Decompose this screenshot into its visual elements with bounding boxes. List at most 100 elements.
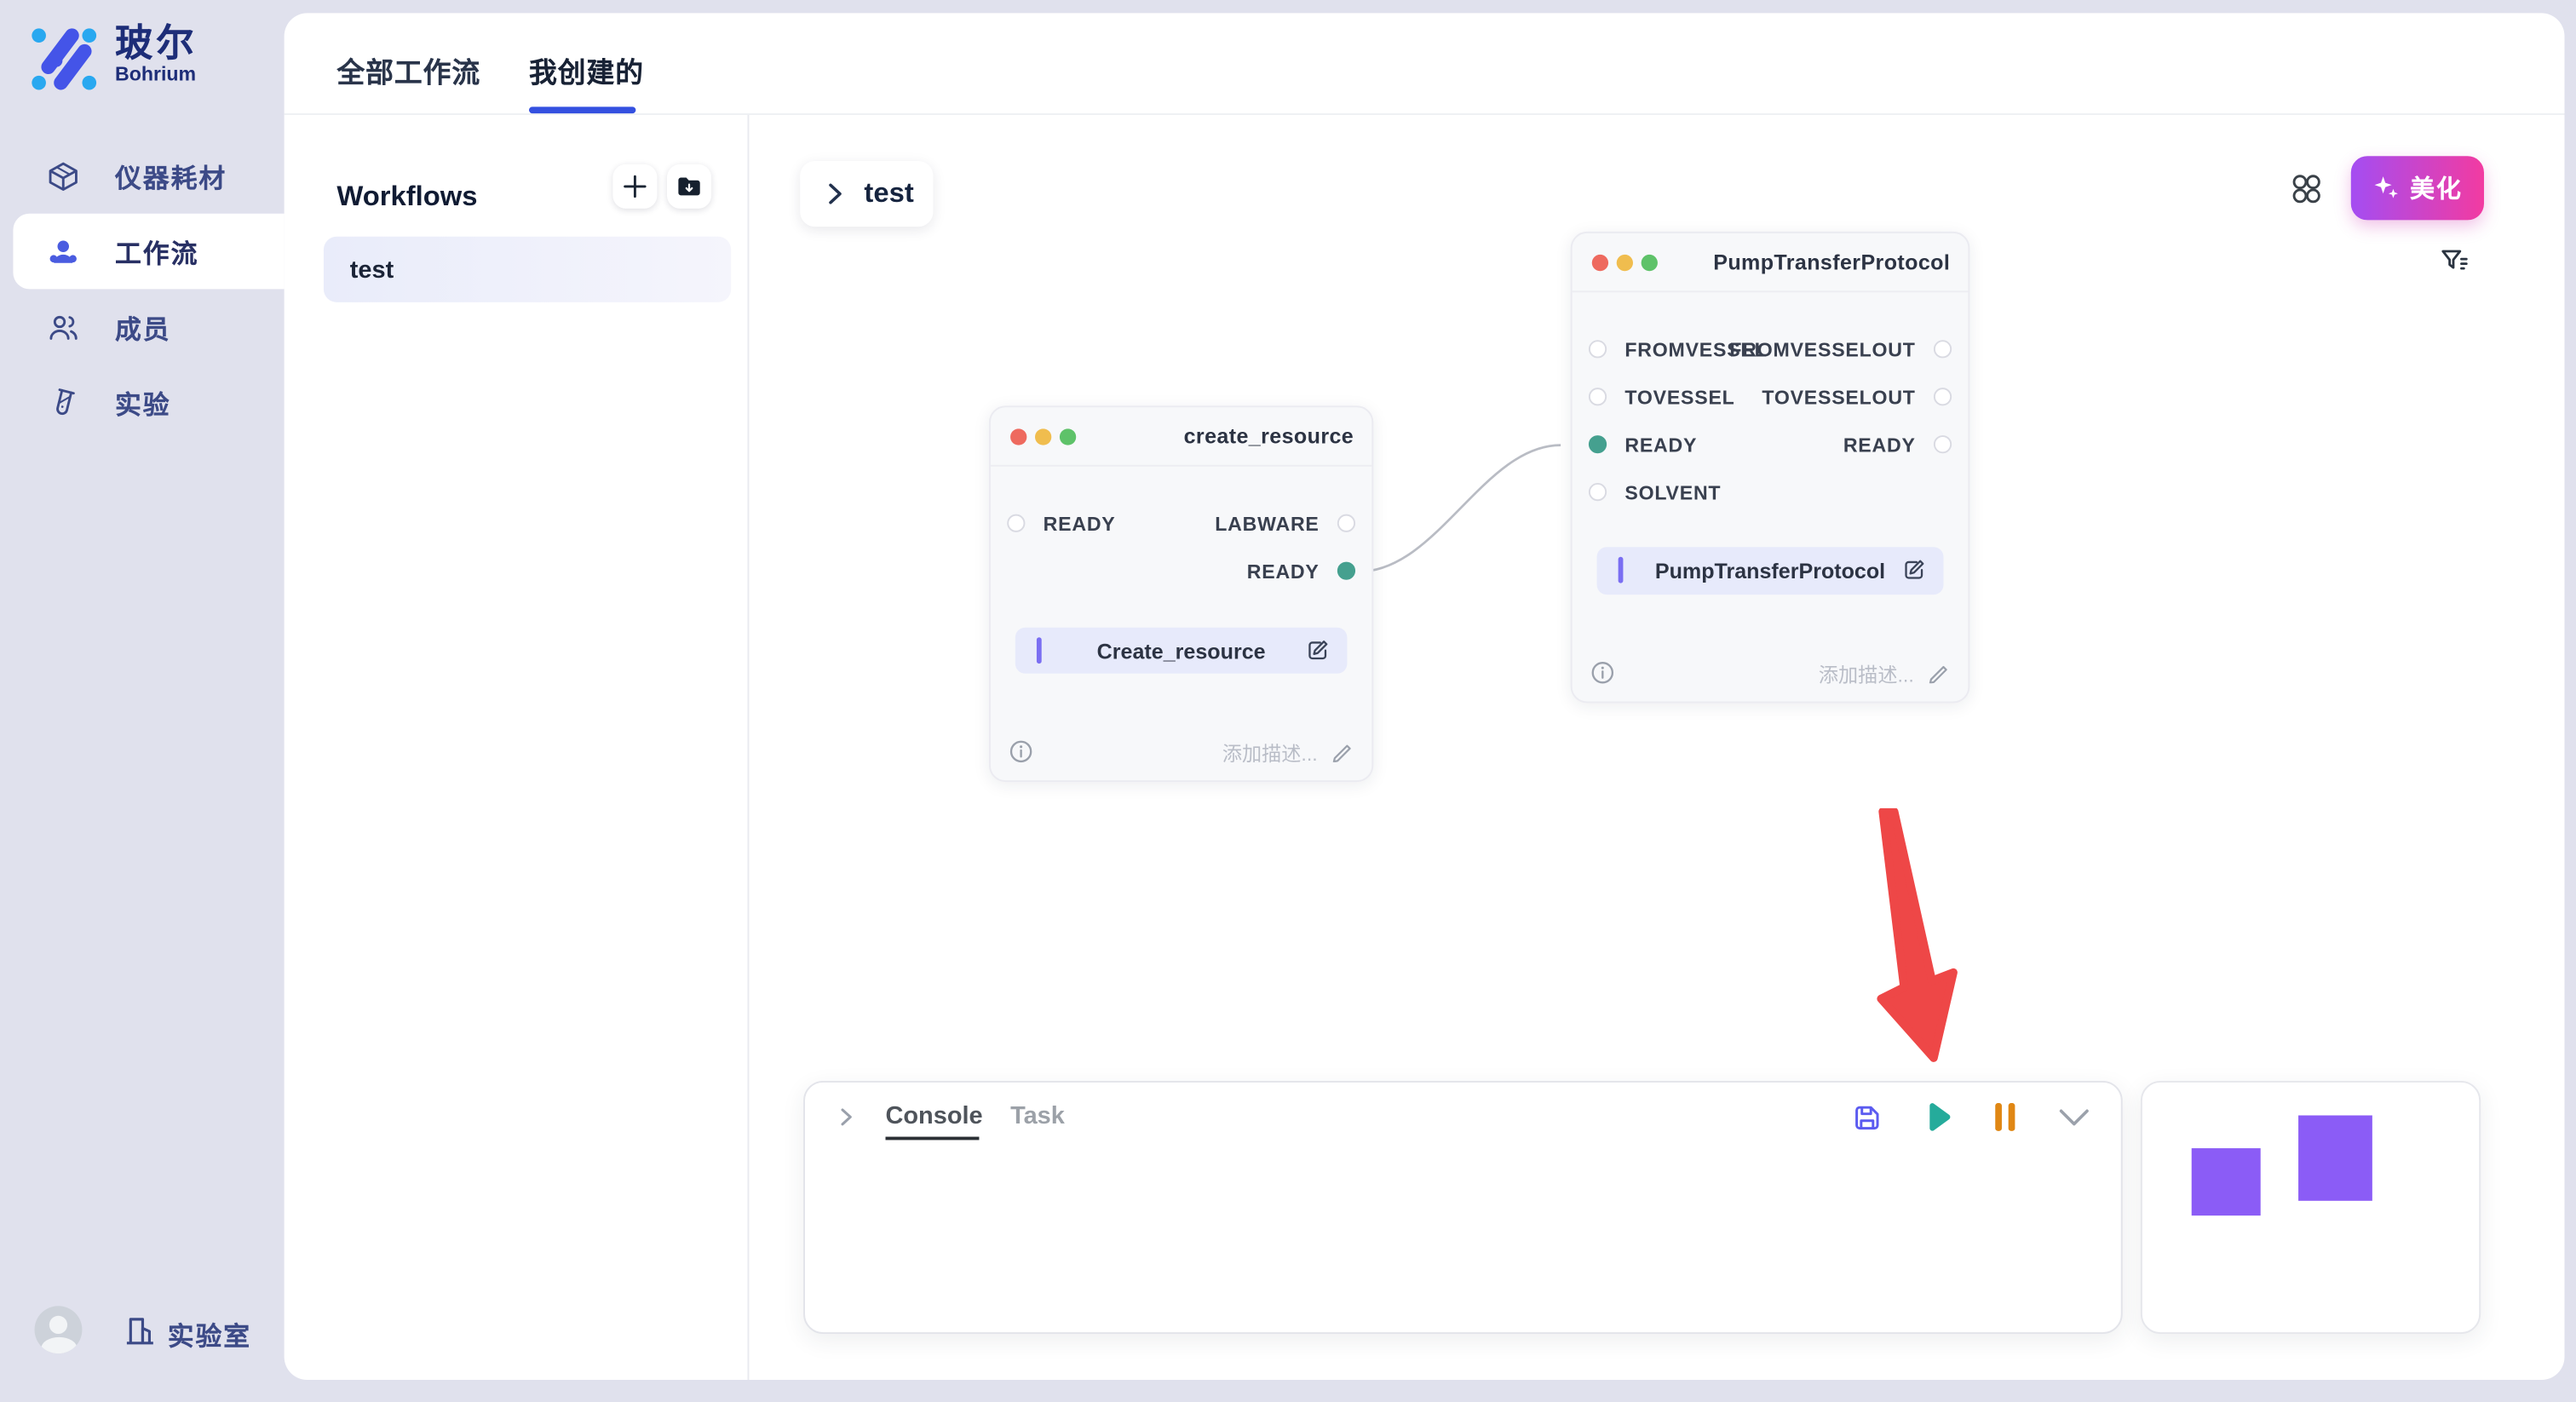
console-panel: Console Task xyxy=(803,1081,2123,1334)
filter-icon xyxy=(2438,244,2470,278)
task-tab[interactable]: Task xyxy=(1010,1102,1065,1130)
output-port-fromvesselout[interactable] xyxy=(1934,340,1952,358)
port-row: TOVESSEL TOVESSELOUT xyxy=(1573,381,1969,414)
node-dot-yellow xyxy=(1035,428,1051,445)
output-port-tovesselout[interactable] xyxy=(1934,388,1952,405)
panel-collapse-button[interactable] xyxy=(2057,1106,2092,1128)
input-port-tovessel[interactable] xyxy=(1589,388,1607,405)
pencil-icon[interactable] xyxy=(1927,660,1950,683)
output-port-ready[interactable] xyxy=(1934,435,1952,453)
node-footer: 添加描述... xyxy=(1009,738,1354,764)
node-pump-transfer-protocol[interactable]: PumpTransferProtocol FROMVESSEL FROMVESS… xyxy=(1571,232,1970,703)
node-pill[interactable]: Create_resource xyxy=(1015,628,1348,674)
building-icon xyxy=(122,1311,158,1359)
workflow-tabbar: 全部工作流 我创建的 xyxy=(285,13,2565,115)
sidebar-item-experiments[interactable]: 实验 xyxy=(0,365,285,440)
tab-created-by-me[interactable]: 我创建的 xyxy=(529,49,644,90)
pause-button[interactable] xyxy=(1994,1102,2015,1132)
port-row: FROMVESSEL FROMVESSELOUT xyxy=(1573,333,1969,366)
workflow-users-icon xyxy=(46,234,80,268)
box-icon xyxy=(46,158,80,192)
node-title: create_resource xyxy=(1184,424,1354,449)
plus-icon xyxy=(623,174,647,198)
tab-all-workflows[interactable]: 全部工作流 xyxy=(336,49,480,90)
port-label: READY xyxy=(1843,434,1916,457)
sidebar-item-label: 工作流 xyxy=(115,232,198,271)
run-button[interactable] xyxy=(1923,1100,1953,1134)
chevron-down-icon xyxy=(2057,1106,2092,1128)
brand-logo[interactable]: 玻尔 Bohrium xyxy=(26,21,198,97)
sidebar-nav: 仪器耗材 工作流 xyxy=(0,138,285,440)
minimap-node-rect xyxy=(2192,1148,2261,1215)
save-button[interactable] xyxy=(1851,1101,1883,1133)
import-workflow-button[interactable] xyxy=(667,164,711,209)
sidebar-item-label: 实验 xyxy=(115,382,171,422)
node-title: PumpTransferProtocol xyxy=(1713,250,1950,274)
input-port-fromvessel[interactable] xyxy=(1589,340,1607,358)
minimap[interactable] xyxy=(2141,1081,2481,1334)
node-header: PumpTransferProtocol xyxy=(1573,233,1969,292)
annotation-arrow xyxy=(1860,808,1964,1072)
active-tab-underline xyxy=(529,106,635,112)
brand-name-zh: 玻尔 xyxy=(115,21,197,64)
minimap-node-rect xyxy=(2298,1115,2372,1200)
avatar[interactable] xyxy=(34,1306,82,1353)
sidebar-item-label: 仪器耗材 xyxy=(115,156,227,195)
layout-command-button[interactable] xyxy=(2288,171,2324,207)
pill-label: PumpTransferProtocol xyxy=(1597,559,1944,583)
members-icon xyxy=(46,310,80,344)
output-port-ready[interactable] xyxy=(1337,562,1355,580)
port-label: LABWARE xyxy=(1215,513,1319,536)
filter-button[interactable] xyxy=(2438,244,2470,278)
sidebar-item-members[interactable]: 成员 xyxy=(0,289,285,365)
sidebar-item-workflows[interactable]: 工作流 xyxy=(13,214,284,290)
port-row: READY xyxy=(991,555,1371,589)
edit-icon[interactable] xyxy=(1900,557,1927,583)
input-port-ready[interactable] xyxy=(1007,514,1025,532)
add-workflow-button[interactable] xyxy=(612,164,657,209)
sidebar: 玻尔 Bohrium 仪器耗材 xyxy=(0,0,285,1401)
pause-icon xyxy=(1994,1102,2015,1132)
workflow-list-item[interactable]: test xyxy=(324,237,731,302)
port-label: FROMVESSELOUT xyxy=(1729,338,1915,361)
play-icon xyxy=(1923,1100,1953,1134)
sidebar-item-label: 成员 xyxy=(115,307,171,347)
node-dot-red xyxy=(1592,255,1608,271)
node-pill[interactable]: PumpTransferProtocol xyxy=(1597,547,1944,595)
node-dot-red xyxy=(1010,428,1026,445)
breadcrumb-label: test xyxy=(864,177,913,210)
test-tube-icon xyxy=(46,385,80,419)
port-label: TOVESSELOUT xyxy=(1762,386,1915,409)
output-port-labware[interactable] xyxy=(1337,514,1355,532)
save-icon xyxy=(1851,1101,1883,1133)
port-row: READY LABWARE xyxy=(991,508,1371,541)
workflows-panel-title: Workflows xyxy=(336,181,477,214)
sidebar-footer: 实验室 xyxy=(0,1302,285,1365)
port-row: READY READY xyxy=(1573,428,1969,462)
console-tab[interactable]: Console xyxy=(885,1102,982,1130)
info-icon[interactable] xyxy=(1009,739,1033,764)
brand-name-en: Bohrium xyxy=(115,64,197,85)
input-port-solvent[interactable] xyxy=(1589,483,1607,501)
edit-icon[interactable] xyxy=(1304,637,1331,664)
description-placeholder[interactable]: 添加描述... xyxy=(1222,739,1318,767)
port-label: READY xyxy=(1624,434,1697,457)
pencil-icon[interactable] xyxy=(1331,739,1354,762)
node-dot-yellow xyxy=(1617,255,1633,271)
node-create-resource[interactable]: create_resource READY LABWARE READY Crea… xyxy=(989,405,1373,782)
beautify-button[interactable]: 美化 xyxy=(2351,156,2484,220)
description-placeholder[interactable]: 添加描述... xyxy=(1819,660,1914,688)
info-icon[interactable] xyxy=(1590,660,1615,685)
panel-divider xyxy=(747,115,749,1380)
collapse-chevron-icon[interactable] xyxy=(835,1106,858,1129)
bohrium-logo-icon xyxy=(26,21,102,97)
console-tab-underline xyxy=(885,1137,979,1141)
node-header: create_resource xyxy=(991,407,1371,466)
port-label: TOVESSEL xyxy=(1624,386,1734,409)
sidebar-item-instruments[interactable]: 仪器耗材 xyxy=(0,138,285,214)
input-port-ready[interactable] xyxy=(1589,435,1607,453)
workspace-label[interactable]: 实验室 xyxy=(168,1314,251,1353)
folder-download-icon xyxy=(676,172,704,200)
canvas-breadcrumb[interactable]: test xyxy=(800,161,933,227)
beautify-label: 美化 xyxy=(2410,171,2463,206)
